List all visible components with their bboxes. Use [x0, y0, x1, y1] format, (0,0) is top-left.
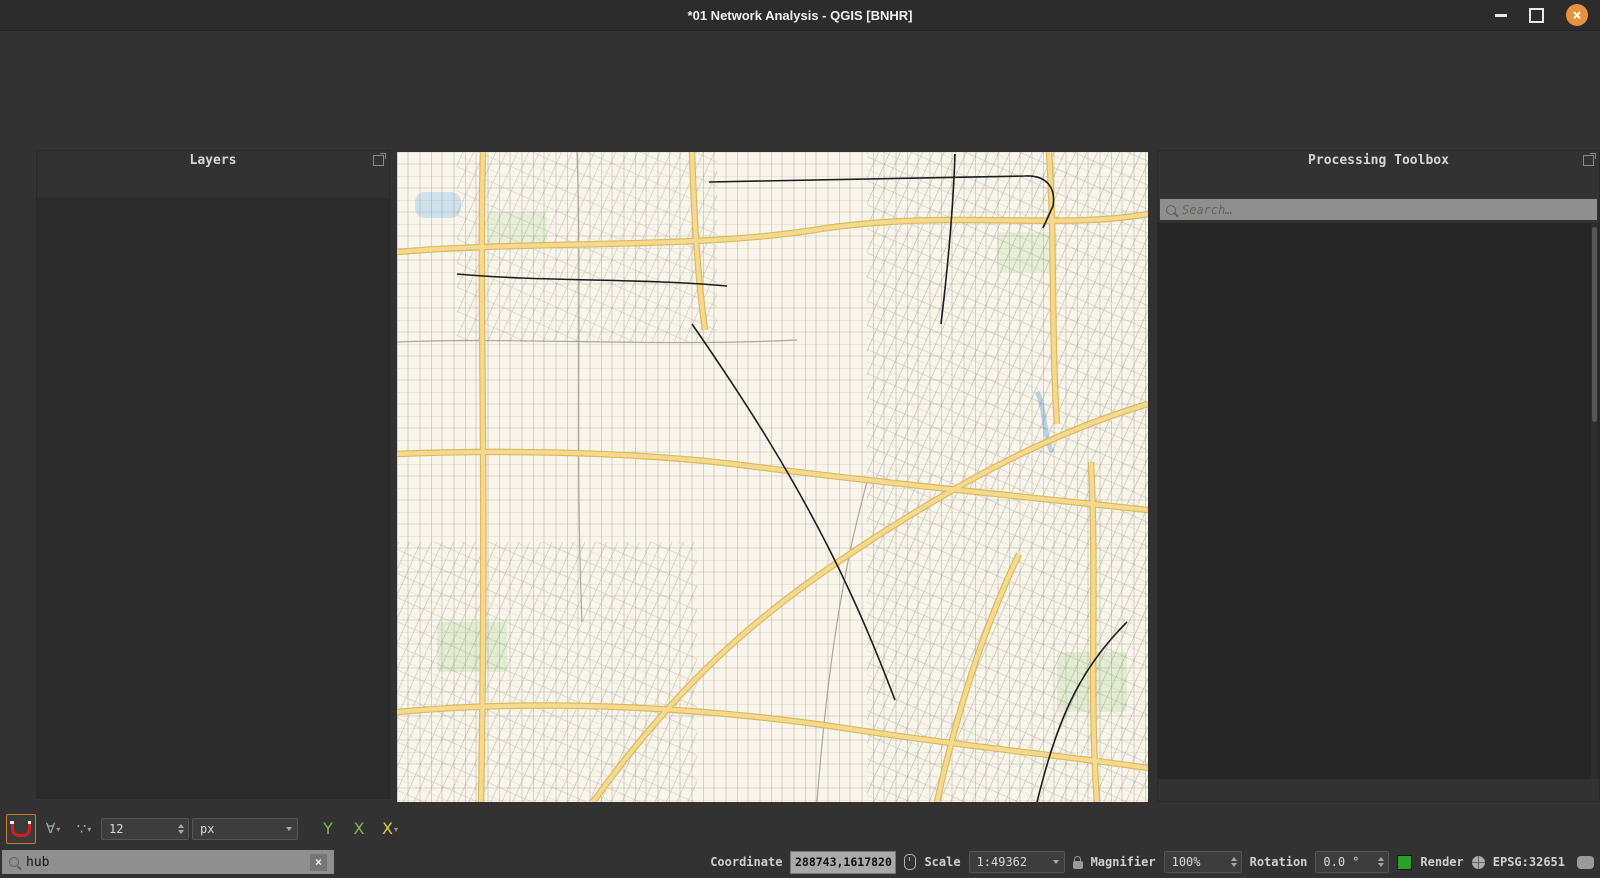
- crs-status[interactable]: EPSG:32651: [1493, 855, 1565, 869]
- spinner-arrows-icon[interactable]: [172, 824, 184, 834]
- toolbox-search-input[interactable]: Search…: [1160, 199, 1597, 220]
- units-value: px: [200, 822, 214, 836]
- snapping-intersection-button[interactable]: X: [346, 816, 372, 842]
- dock-tabs-right: [1158, 779, 1599, 801]
- status-bar: Coordinate 288743,1617820 Scale 1:49362 …: [710, 850, 1594, 874]
- toolbox-title-text: Processing Toolbox: [1308, 153, 1449, 168]
- clear-icon[interactable]: [310, 854, 327, 871]
- magnifier-value: 100%: [1172, 855, 1201, 869]
- scale-combo[interactable]: 1:49362: [969, 851, 1065, 873]
- processing-toolbox-panel: Processing Toolbox Search…: [1157, 150, 1600, 802]
- snapping-type-button[interactable]: ∵▾: [71, 816, 97, 842]
- magnifier-spin[interactable]: 100%: [1164, 851, 1242, 873]
- undock-icon[interactable]: [1583, 155, 1594, 166]
- toolbox-scrollbar[interactable]: [1591, 223, 1598, 779]
- combo-caret-icon: [1053, 860, 1059, 864]
- locator-value: hub: [26, 855, 49, 870]
- spinner-arrows-icon[interactable]: [1225, 857, 1237, 867]
- layers-panel-title: Layers: [37, 151, 389, 171]
- locator-search-input[interactable]: hub: [2, 850, 334, 874]
- snapping-mode-button[interactable]: ∀▾: [40, 816, 66, 842]
- scrollbar-thumb[interactable]: [1592, 227, 1597, 422]
- search-icon: [9, 857, 19, 867]
- minimize-button[interactable]: [1495, 14, 1507, 17]
- spinner-arrows-icon[interactable]: [1372, 857, 1384, 867]
- extents-icon[interactable]: [904, 854, 916, 870]
- maximize-button[interactable]: [1529, 8, 1544, 23]
- render-label: Render: [1420, 855, 1463, 869]
- window-controls: [1495, 0, 1588, 30]
- rotation-label: Rotation: [1250, 855, 1308, 869]
- layers-panel: Layers: [36, 150, 390, 799]
- map-canvas[interactable]: [397, 152, 1148, 802]
- rotation-spin[interactable]: 0.0 °: [1315, 851, 1389, 873]
- toolbar-row-3: [0, 116, 1600, 149]
- search-placeholder: Search…: [1182, 203, 1233, 217]
- undock-icon[interactable]: [373, 155, 384, 166]
- topological-editing-button[interactable]: Y: [315, 816, 341, 842]
- crs-globe-icon: [1472, 856, 1485, 869]
- render-checkbox[interactable]: [1397, 855, 1412, 870]
- layers-panel-title-text: Layers: [190, 153, 237, 168]
- titlebar: *01 Network Analysis - QGIS [BNHR]: [0, 0, 1600, 31]
- lock-scale-icon[interactable]: [1073, 861, 1083, 869]
- magnet-icon: [11, 822, 31, 837]
- search-icon: [1166, 205, 1176, 215]
- scale-label: Scale: [924, 855, 960, 869]
- close-button[interactable]: [1566, 4, 1588, 26]
- scale-value: 1:49362: [977, 855, 1028, 869]
- self-snapping-button[interactable]: X▾: [377, 816, 403, 842]
- rotation-value: 0.0 °: [1323, 855, 1359, 869]
- bottom-bar: ∀▾ ∵▾ 12 px Y X X▾ hub Coordinate 288743…: [0, 802, 1600, 878]
- magnifier-label: Magnifier: [1091, 855, 1156, 869]
- left-toolbar: [0, 150, 36, 808]
- messages-button[interactable]: [1577, 856, 1594, 869]
- window-title: *01 Network Analysis - QGIS [BNHR]: [0, 8, 1600, 23]
- coordinate-value: 288743,1617820: [795, 855, 892, 869]
- layer-tree: [37, 198, 389, 798]
- combo-caret-icon: [286, 827, 292, 831]
- snapping-toolbar: ∀▾ ∵▾ 12 px Y X X▾: [6, 814, 404, 844]
- snapping-tolerance-spin[interactable]: 12: [101, 818, 189, 840]
- coordinate-input[interactable]: 288743,1617820: [790, 851, 896, 874]
- toolbox-toolbar: [1158, 171, 1599, 197]
- menubar: [0, 30, 1600, 49]
- tolerance-value: 12: [109, 822, 123, 836]
- snapping-toggle-button[interactable]: [6, 814, 36, 844]
- layers-panel-toolbar: [37, 171, 389, 197]
- algorithm-tree: [1158, 223, 1599, 779]
- toolbar-row-2: [0, 82, 1600, 115]
- coordinate-label: Coordinate: [710, 855, 782, 869]
- toolbar-row-1: [0, 49, 1600, 82]
- toolbox-title: Processing Toolbox: [1158, 151, 1599, 171]
- snapping-units-combo[interactable]: px: [192, 818, 298, 840]
